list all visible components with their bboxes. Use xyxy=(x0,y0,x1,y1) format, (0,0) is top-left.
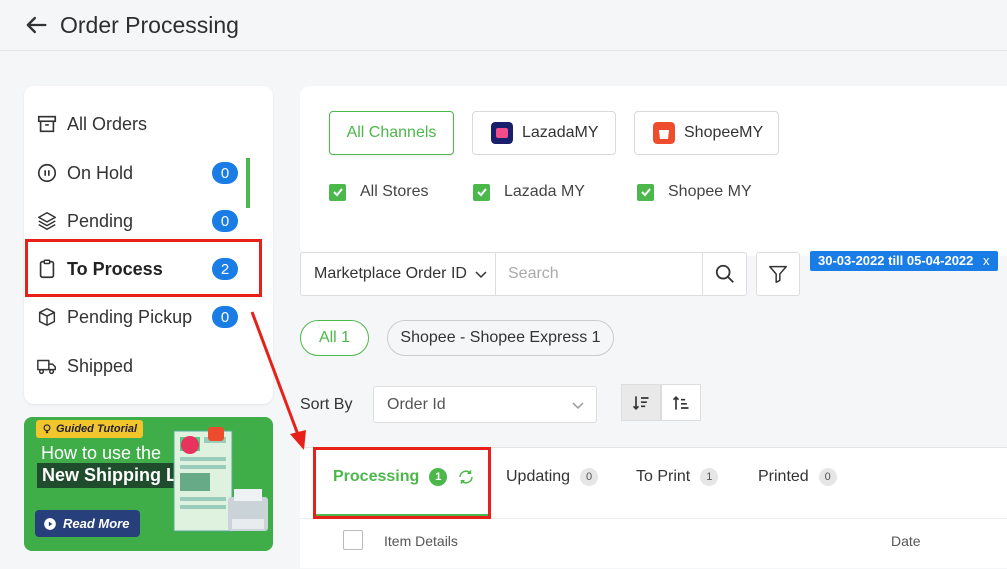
tab-updating-label: Updating xyxy=(506,468,571,485)
sidebar-item-shipped[interactable]: Shipped xyxy=(24,344,273,388)
sidebar-item-pending[interactable]: Pending 0 xyxy=(24,199,273,243)
filter-icon xyxy=(769,265,787,283)
store-lazada-checkbox[interactable]: Lazada MY xyxy=(473,183,585,201)
sidebar-item-label: All Orders xyxy=(67,113,148,134)
tutorial-banner[interactable]: Guided Tutorial How to use the New Shipp… xyxy=(24,417,273,551)
channel-shopee-label: ShopeeMY xyxy=(684,124,764,141)
shipping-pill-shopee-express[interactable]: Shopee - Shopee Express 1 xyxy=(387,320,614,356)
count-badge: 0 xyxy=(212,210,238,232)
search-icon xyxy=(715,264,734,283)
select-all-checkbox[interactable] xyxy=(343,530,363,550)
sort-select[interactable]: Order Id xyxy=(373,386,597,423)
play-circle-icon xyxy=(44,517,56,530)
filter-button[interactable] xyxy=(756,252,800,296)
column-item-details: Item Details xyxy=(384,533,458,549)
channel-all-label: All Channels xyxy=(346,124,437,141)
channel-lazada-button[interactable]: LazadaMY xyxy=(472,111,616,155)
active-indicator xyxy=(246,158,250,208)
annotation-arrow-icon xyxy=(250,311,306,450)
search-field-value: Marketplace Order ID xyxy=(314,265,467,282)
sidebar-item-label: On Hold xyxy=(67,162,134,183)
channel-shopee-button[interactable]: ShopeeMY xyxy=(634,111,779,155)
shipping-pill-shopee-label: Shopee - Shopee Express 1 xyxy=(400,329,601,346)
guided-tutorial-label: Guided Tutorial xyxy=(56,423,138,435)
count-badge: 0 xyxy=(212,306,238,328)
highlight-processing-tab xyxy=(313,447,491,519)
sort-select-value: Order Id xyxy=(387,395,446,413)
store-all-label: All Stores xyxy=(360,183,429,200)
store-lazada-label: Lazada MY xyxy=(504,183,585,200)
tab-count-badge: 0 xyxy=(580,468,599,486)
tab-count-badge: 1 xyxy=(700,468,719,486)
checkbox-checked-icon xyxy=(637,183,654,201)
tab-updating[interactable]: Updating 0 xyxy=(506,468,599,486)
sidebar-item-all-orders[interactable]: All Orders xyxy=(24,102,273,146)
column-date: Date xyxy=(891,533,921,549)
archive-icon xyxy=(37,115,57,133)
count-badge: 0 xyxy=(212,162,238,184)
shopee-logo-icon xyxy=(653,122,675,144)
sort-ascending-icon xyxy=(672,395,689,410)
highlight-to-process xyxy=(25,239,262,297)
search-field-select[interactable]: Marketplace Order ID xyxy=(301,253,496,295)
table-header: Item Details Date xyxy=(300,518,1007,569)
tab-count-badge: 0 xyxy=(818,468,837,486)
tab-printed-label: Printed xyxy=(758,468,809,485)
search-input[interactable] xyxy=(496,253,701,295)
guided-tutorial-tag: Guided Tutorial xyxy=(36,420,144,438)
sidebar-item-on-hold[interactable]: On Hold 0 xyxy=(24,151,273,195)
channel-filter-panel: All Channels LazadaMY ShopeeMY All Store… xyxy=(300,86,1007,256)
tab-printed[interactable]: Printed 0 xyxy=(758,468,837,486)
back-arrow-icon[interactable] xyxy=(22,11,50,39)
sort-descending-icon xyxy=(632,395,649,410)
store-shopee-checkbox[interactable]: Shopee MY xyxy=(637,183,752,201)
search-button[interactable] xyxy=(702,253,747,295)
lazada-logo-icon xyxy=(491,122,513,144)
store-shopee-label: Shopee MY xyxy=(668,183,752,200)
date-range-value: 30-03-2022 till 05-04-2022 xyxy=(818,253,974,268)
truck-icon xyxy=(37,359,56,375)
pause-circle-icon xyxy=(37,163,57,183)
tab-to-print[interactable]: To Print 1 xyxy=(636,468,719,486)
checkbox-checked-icon xyxy=(329,183,346,201)
date-range-chip[interactable]: 30-03-2022 till 05-04-2022 x xyxy=(810,251,998,271)
sidebar-item-label: Shipped xyxy=(67,355,134,376)
sidebar-item-label: Pending Pickup xyxy=(67,306,193,327)
read-more-label: Read More xyxy=(63,516,130,531)
top-bar: Order Processing xyxy=(0,0,1007,51)
store-all-checkbox[interactable]: All Stores xyxy=(329,183,428,201)
banner-heading: How to use the xyxy=(41,443,162,463)
tab-to-print-label: To Print xyxy=(636,468,691,485)
search-bar: Marketplace Order ID xyxy=(300,252,747,296)
sidebar-item-label: Pending xyxy=(67,210,134,231)
channel-all-button[interactable]: All Channels xyxy=(329,111,454,155)
channel-lazada-label: LazadaMY xyxy=(522,124,599,141)
chevron-down-icon xyxy=(572,401,584,409)
shipping-pill-all-label: All 1 xyxy=(318,329,351,346)
sidebar-item-pending-pickup[interactable]: Pending Pickup 0 xyxy=(24,295,273,339)
sort-ascending-button[interactable] xyxy=(661,384,701,421)
layers-icon xyxy=(38,212,56,230)
read-more-button[interactable]: Read More xyxy=(35,510,140,537)
sort-descending-button[interactable] xyxy=(621,384,661,421)
page-title: Order Processing xyxy=(60,12,239,38)
box-icon xyxy=(38,308,56,326)
lightbulb-icon xyxy=(43,424,51,434)
chevron-down-icon xyxy=(475,271,487,279)
date-range-close-icon[interactable]: x xyxy=(983,253,990,268)
checkbox-checked-icon xyxy=(473,183,490,201)
